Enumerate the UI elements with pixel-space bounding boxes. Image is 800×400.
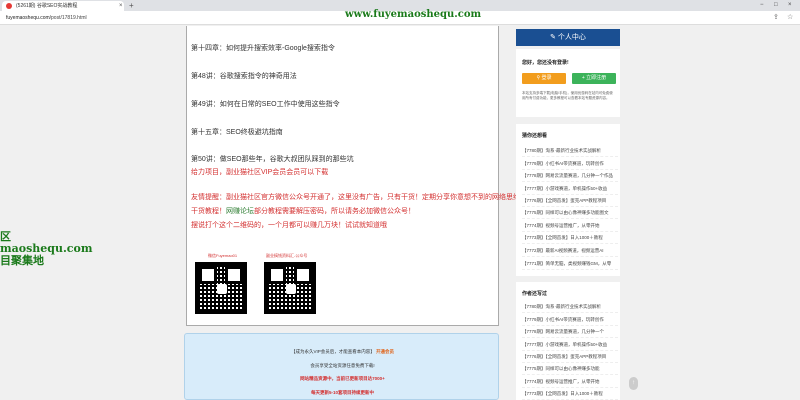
- list-item[interactable]: 【7774期】视频号运营推广，从零开始: [522, 379, 618, 388]
- lesson-line: 第49讲：如何在日常的SEO工作中使用这些指令: [191, 101, 340, 108]
- list-item[interactable]: 【7772期】最新AI视频赛道，视频运营AI: [522, 248, 618, 257]
- list-item[interactable]: 【7777期】小游戏赛道，单机操作50+收益: [522, 186, 618, 195]
- chapter-line: 第十五章：SEO终极避坑指南: [191, 129, 283, 136]
- back-to-top-button[interactable]: ↑: [629, 377, 638, 390]
- share-icon[interactable]: ⇪: [773, 13, 779, 23]
- edit-icon: ✎: [550, 34, 556, 41]
- reminder-line-2: 干货教程！网赚论坛部分教程需要解压密码，所以请务必加微信公众号！: [191, 206, 415, 216]
- qr1-label: 微信Fuyemao01: [208, 253, 238, 258]
- wechat-qr-code: [195, 262, 247, 314]
- login-label: 登录: [541, 75, 552, 81]
- register-label: 立即注册: [586, 75, 607, 81]
- related-posts-title: 猜你还想看: [522, 133, 548, 139]
- chapter-line: 第十四章：如何提升搜索效率-Google搜索指令: [191, 45, 335, 52]
- friendly-reminder: 友情提醒：副业猫社区官方微信公众号开通了，这里没有广告，只有干货！定期分享你意想…: [191, 194, 527, 201]
- maximize-icon[interactable]: □: [774, 0, 778, 11]
- login-panel: 您好，您还没有登录! ⚲ 登录 + 立即注册 本站支持多端下载(电脑/手机)，使…: [516, 49, 620, 117]
- reminder-text-b: 部分教程需要解压密码，所以请务必加微信公众号！: [254, 208, 415, 215]
- qr2-label: 副业搞钱资料汇-公众号: [266, 253, 308, 258]
- vip-line-2: 会员享受全站资源任意免费下载!: [310, 363, 375, 368]
- list-item[interactable]: 【7780期】淘系·最新行业技术实战解析: [522, 148, 618, 157]
- related-posts-panel: 猜你还想看 【7780期】淘系·最新行业技术实战解析 【7779期】小红书AI带…: [516, 124, 620, 276]
- lesson-line: 第48讲：谷歌搜索指令的神奇用法: [191, 73, 297, 80]
- list-item[interactable]: 【7774期】视频号运营推广，从零开始: [522, 223, 618, 232]
- close-tab-icon[interactable]: ×: [119, 1, 123, 11]
- register-button[interactable]: + 立即注册: [572, 73, 616, 84]
- arrow-up-icon: ↑: [632, 380, 635, 386]
- list-item[interactable]: 【7778期】网易云流量赛道，几分钟一个: [522, 329, 618, 338]
- list-item[interactable]: 【7776期】【全网首发】蛋克APP教程项目: [522, 354, 618, 363]
- reminder-line-3: 摆说打个这个二维码的，一个月都可以赚几万块！试试就知道哦: [191, 222, 387, 229]
- list-item[interactable]: 【7771期】简单无脑，类视频赚钱GM，从零: [522, 261, 618, 270]
- star-icon[interactable]: ☆: [787, 13, 793, 23]
- list-item[interactable]: 【7779期】小红书AI带货赛道，玩转创作: [522, 317, 618, 326]
- forum-link[interactable]: 网赚论坛: [226, 208, 254, 215]
- favicon-icon: [6, 3, 12, 9]
- official-account-qr-code: [264, 262, 316, 314]
- lesson-line: 第50讲：做SEO那些年，谷歌大叔团队踩到的那些坑: [191, 156, 354, 163]
- vip-line-1: 【成为永久VIP会员后，才能查看本内容】 开通会员: [185, 349, 500, 355]
- list-item[interactable]: 【7779期】小红书AI带货赛道，玩转创作: [522, 161, 618, 170]
- article-content: 第十四章：如何提升搜索效率-Google搜索指令 第48讲：谷歌搜索指令的神奇用…: [186, 26, 527, 326]
- list-item[interactable]: 【7773期】【全网首发】日入1000＋教程: [522, 391, 618, 400]
- login-note: 本站支持多端下载(电脑/手机)，使用优惠码在站内可免费使用所有付费功能，更多教程…: [522, 91, 613, 100]
- window-close-icon[interactable]: ×: [788, 0, 792, 11]
- browser-tab[interactable]: (5261期) 谷歌SEO实战教程 ×: [2, 1, 124, 11]
- list-item[interactable]: 【7775期】同样可以由心像神赚多功能: [522, 366, 618, 375]
- url-path: /post/17819.html: [49, 15, 87, 21]
- author-posts-title: 作者还写过: [522, 291, 548, 297]
- url-host: fuyemaoshequ.com: [6, 15, 50, 21]
- reminder-text-a: 干货教程！: [191, 208, 226, 215]
- list-item[interactable]: 【7780期】淘系·最新行业技术实战解析: [522, 304, 618, 313]
- tab-title: (5261期) 谷歌SEO实战教程: [16, 3, 78, 9]
- list-item[interactable]: 【7777期】小游戏赛道，单机操作50+收益: [522, 342, 618, 351]
- vip-required-text: 【成为永久VIP会员后，才能查看本内容】: [290, 349, 375, 354]
- vip-prompt-box: 【成为永久VIP会员后，才能查看本内容】 开通会员 会员享受全站资源任意免费下载…: [184, 333, 499, 400]
- login-button[interactable]: ⚲ 登录: [522, 73, 566, 84]
- login-greeting: 您好，您还没有登录!: [522, 60, 569, 66]
- overlay-line-3: 目聚集地: [0, 254, 44, 267]
- user-center-label: 个人中心: [557, 34, 586, 41]
- left-overlay-watermark: 区 maoshequ.com 目聚集地: [0, 231, 93, 267]
- vip-download-note: 给力项目，副业猫社区VIP会员会员可以下载: [191, 169, 329, 176]
- list-item[interactable]: 【7775期】同样可以由心像神赚多功能图文: [522, 210, 618, 219]
- user-icon: ⚲: [536, 75, 541, 81]
- vip-line-3: 网站精品资源中，当前已更新项目达7000+: [300, 376, 385, 381]
- list-item[interactable]: 【7778期】网易云流量赛道，几分钟一个作品: [522, 173, 618, 182]
- vip-line-4: 每天更新5-10套项目持续更新中: [310, 390, 374, 395]
- author-posts-panel: 作者还写过 【7780期】淘系·最新行业技术实战解析 【7779期】小红书AI带…: [516, 282, 620, 400]
- list-item[interactable]: 【7773期】【全网首发】日入1000＋教程: [522, 235, 618, 244]
- list-item[interactable]: 【7776期】【全网首发】蛋克APP教程项目: [522, 198, 618, 207]
- minimize-icon[interactable]: −: [760, 0, 764, 11]
- site-watermark: www.fuyemaoshequ.com: [345, 9, 482, 20]
- new-tab-button[interactable]: +: [129, 0, 134, 11]
- open-membership-link[interactable]: 开通会员: [376, 349, 394, 354]
- user-center-header[interactable]: ✎ 个人中心: [516, 29, 620, 46]
- plus-icon: +: [581, 75, 585, 81]
